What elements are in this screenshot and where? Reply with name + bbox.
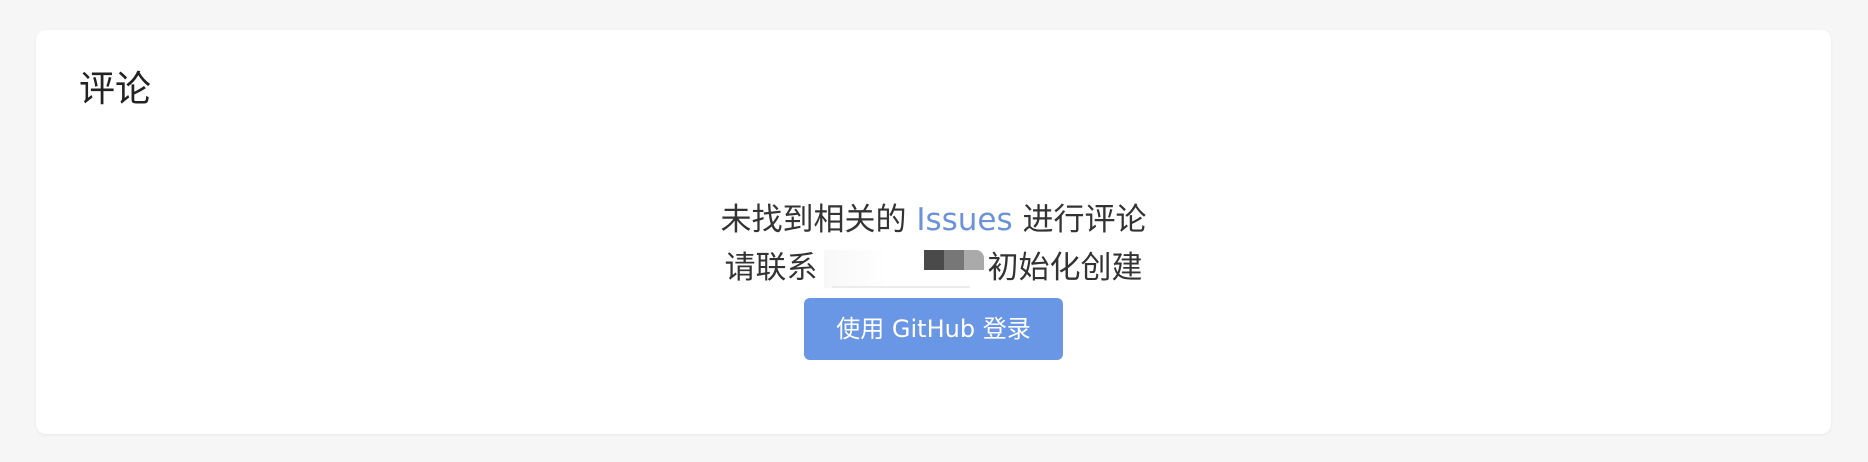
section-title: 评论 (79, 69, 152, 110)
line1-prefix: 未找到相关的 (720, 202, 907, 238)
empty-state: 未找到相关的 Issues 进行评论 请联系 初始化创建 使用 GitHub 登录 (36, 196, 1831, 360)
comments-card: 评论 未找到相关的 Issues 进行评论 请联系 初始化创建 使用 GitHub… (36, 30, 1831, 434)
issues-link[interactable]: Issues (916, 202, 1012, 238)
empty-state-line-1: 未找到相关的 Issues 进行评论 (36, 196, 1831, 244)
empty-state-line-2: 请联系 初始化创建 (36, 244, 1831, 292)
redacted-owner-name (823, 250, 986, 288)
github-login-button[interactable]: 使用 GitHub 登录 (804, 298, 1063, 360)
line2-prefix: 请联系 (724, 250, 818, 286)
line2-suffix: 初始化创建 (987, 250, 1143, 286)
line1-suffix: 进行评论 (1022, 202, 1147, 238)
